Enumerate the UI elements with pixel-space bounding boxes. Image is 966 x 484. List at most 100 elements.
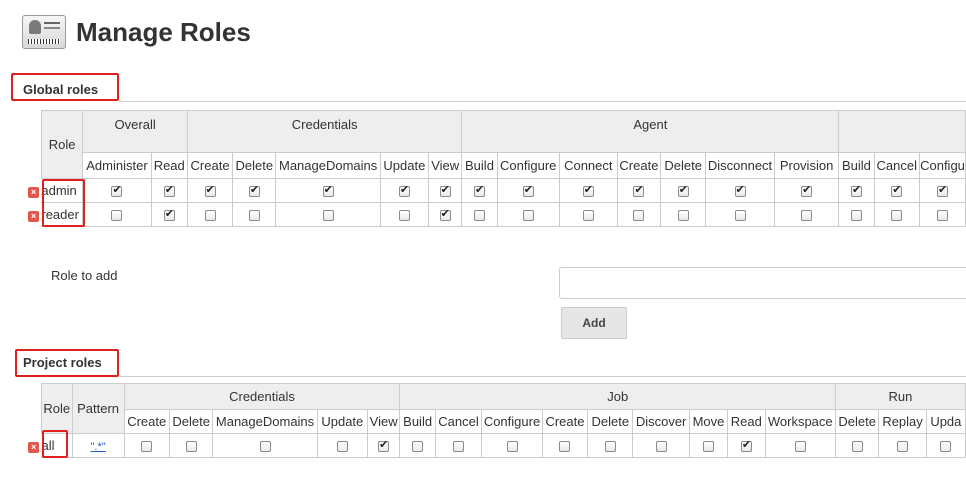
permission-cell [481,433,543,458]
permission-checkbox[interactable] [322,210,334,222]
pattern-header: Pattern [71,383,125,434]
perm-header-agent-delete: Delete [660,152,707,179]
global-roles-table: Role Overall Credentials Agent Administe… [26,110,966,227]
permission-checkbox[interactable] [559,441,571,453]
permission-checkbox[interactable] [850,210,862,222]
perm-header-job-cancel: Cancel [434,409,483,434]
permission-cell [541,433,589,458]
pattern-link[interactable]: ".*" [91,441,106,453]
perm-header-agent-create: Create [616,152,662,179]
permission-checkbox[interactable] [655,441,667,453]
permission-checkbox[interactable] [439,183,451,198]
permission-checkbox[interactable] [582,183,594,198]
permission-cell [366,433,401,458]
permission-checkbox[interactable] [851,441,863,453]
permission-checkbox[interactable] [850,183,862,198]
permission-cell [427,178,463,203]
permission-checkbox[interactable] [398,210,410,222]
permission-cell [838,178,875,203]
project-roles-divider [119,376,966,377]
permission-checkbox[interactable] [204,183,216,198]
permission-checkbox[interactable] [702,441,714,453]
permission-checkbox[interactable] [582,210,594,222]
permission-checkbox[interactable] [677,183,689,198]
perm-header-credentials-create: Create [186,152,234,179]
permission-checkbox[interactable] [633,210,645,222]
perm-header-credentials-delete: Delete [232,152,277,179]
permission-checkbox[interactable] [604,441,616,453]
permission-checkbox[interactable] [453,441,464,453]
permission-cell [275,178,381,203]
permission-checkbox[interactable] [801,183,813,198]
permission-checkbox[interactable] [522,210,534,222]
permission-cell [232,202,277,227]
permission-checkbox[interactable] [897,441,909,453]
delete-icon[interactable]: × [28,211,40,222]
delete-icon[interactable]: × [28,187,40,198]
permission-cell [705,202,775,227]
permission-checkbox[interactable] [204,210,216,222]
permission-checkbox[interactable] [248,183,260,198]
permission-cell [616,178,662,203]
perm-header-agent-disconnect: Disconnect [705,152,775,179]
delete-role-cell: × [26,179,41,203]
permission-cell [82,202,152,227]
project-role-header: Role [40,383,73,434]
permission-cell [150,202,188,227]
permission-checkbox[interactable] [248,210,260,222]
permission-checkbox[interactable] [473,183,485,198]
permission-checkbox[interactable] [111,183,123,198]
permission-checkbox[interactable] [940,441,952,453]
permission-checkbox[interactable] [937,210,948,222]
permission-cell [232,178,277,203]
permission-checkbox[interactable] [111,210,123,222]
delete-icon[interactable]: × [28,442,40,453]
permission-cell [379,178,430,203]
permission-cell [186,202,234,227]
permission-checkbox[interactable] [336,441,348,453]
permission-checkbox[interactable] [163,207,175,222]
permission-checkbox[interactable] [439,207,451,222]
permission-cell [773,202,840,227]
perm-header-agent-connect: Connect [558,152,618,179]
permission-checkbox[interactable] [506,441,518,453]
perm-header-credentials-managedomains: ManageDomains [275,152,381,179]
permission-checkbox[interactable] [322,183,334,198]
permission-cell [82,178,152,203]
perm-header-more-cancel: Cancel [873,152,921,179]
permission-checkbox[interactable] [378,438,390,453]
permission-checkbox[interactable] [937,183,948,198]
permission-cell [434,433,483,458]
add-button[interactable]: Add [561,307,627,339]
permission-checkbox[interactable] [412,441,424,453]
perm-header-credentials-create: Create [123,409,170,434]
permission-checkbox[interactable] [633,183,645,198]
perm-header-run-replay: Replay [878,409,927,434]
permission-cell [212,433,318,458]
permission-checkbox[interactable] [794,441,806,453]
perm-header-run-upda: Upda [925,409,966,434]
permission-checkbox[interactable] [740,438,752,453]
role-to-add-input[interactable] [559,267,966,299]
perm-header-credentials-update: Update [379,152,430,179]
permission-checkbox[interactable] [473,210,485,222]
perm-header-job-read: Read [727,409,766,434]
permission-cell [873,178,921,203]
permission-checkbox[interactable] [734,210,746,222]
permission-cell [727,433,766,458]
permission-checkbox[interactable] [891,210,903,222]
permission-checkbox[interactable] [734,183,746,198]
permission-checkbox[interactable] [141,441,153,453]
permission-cell [558,178,618,203]
permission-checkbox[interactable] [801,210,813,222]
permission-cell [496,178,560,203]
permission-checkbox[interactable] [398,183,410,198]
permission-checkbox[interactable] [522,183,534,198]
perm-header-overall-administer: Administer [82,152,152,179]
permission-checkbox[interactable] [259,441,271,453]
permission-cell [838,202,875,227]
permission-checkbox[interactable] [891,183,903,198]
permission-checkbox[interactable] [185,441,197,453]
permission-checkbox[interactable] [677,210,689,222]
permission-checkbox[interactable] [163,183,175,198]
